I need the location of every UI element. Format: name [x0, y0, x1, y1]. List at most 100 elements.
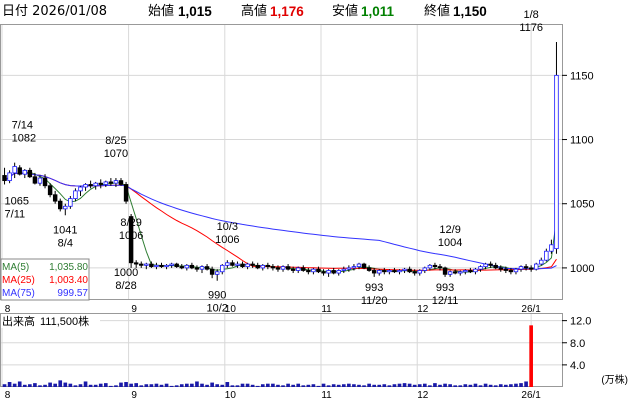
candle-body — [549, 244, 554, 252]
candle-body — [468, 270, 473, 273]
candle-body — [306, 270, 311, 273]
candle-body — [493, 264, 498, 269]
volume-bar — [412, 384, 417, 387]
volume-bar — [382, 384, 387, 387]
candle-body — [118, 180, 124, 185]
annotation-value: 1065 — [5, 195, 29, 207]
volume-bar — [38, 385, 42, 387]
candle-body — [346, 267, 352, 270]
candle-body — [387, 270, 392, 273]
candle-body — [417, 270, 422, 274]
volume-bar — [509, 384, 513, 387]
volume-bar — [33, 383, 37, 387]
volume-tick-label: 8.0 — [570, 338, 585, 350]
candle-body — [432, 264, 438, 268]
candle-body — [113, 180, 119, 184]
annotation-value: 993 — [365, 282, 383, 294]
legend-name: MA(75) — [2, 288, 35, 299]
volume-bar — [281, 385, 285, 387]
volume-bar — [210, 382, 214, 387]
candle-body — [17, 167, 22, 175]
volume-bar — [422, 383, 427, 387]
candle-body — [311, 268, 316, 273]
candle-body — [280, 266, 286, 270]
candle-body — [7, 172, 12, 182]
volume-bar — [190, 383, 194, 387]
volume-bar — [63, 382, 68, 387]
volume-bar — [73, 385, 78, 387]
volume-bar — [225, 382, 230, 387]
annotation-date: 12/9 — [439, 224, 460, 236]
price-tick-label: 1150 — [570, 70, 594, 82]
volume-bar — [154, 383, 159, 387]
candle-body — [58, 200, 63, 210]
volume-bar — [443, 383, 447, 387]
candle-body — [22, 169, 28, 175]
volume-bar — [164, 383, 169, 387]
candle-body — [554, 74, 559, 250]
volume-bar — [179, 384, 184, 387]
volume-bar — [7, 382, 12, 387]
candle-body — [37, 177, 43, 184]
volume-bar — [53, 383, 57, 387]
volume-bar — [205, 384, 209, 387]
volume-tick-label: 4.0 — [570, 360, 585, 372]
candle-body — [331, 270, 336, 274]
volume-bar — [321, 383, 326, 387]
candle-body — [149, 263, 154, 268]
candle-body — [174, 263, 179, 268]
candle-body — [402, 268, 407, 271]
candle-body — [392, 270, 397, 273]
volume-bar — [341, 384, 346, 387]
volume-bar — [417, 384, 422, 387]
candle-body — [382, 270, 387, 273]
candle-body — [88, 184, 93, 187]
volume-bar — [296, 383, 301, 387]
volume-bar — [276, 384, 280, 387]
candle-body — [189, 264, 195, 269]
volume-bar — [22, 384, 27, 387]
candle-body — [230, 262, 235, 266]
volume-bar — [483, 383, 488, 387]
volume-bar — [149, 384, 154, 387]
volume-bar — [12, 383, 17, 387]
annotation-date: 7/14 — [12, 120, 33, 132]
volume-bar — [184, 383, 189, 387]
volume-bar — [498, 384, 503, 387]
volume-bar — [240, 383, 245, 387]
annotation-value: 1082 — [12, 133, 36, 145]
candle-body — [301, 267, 306, 271]
volume-bar — [402, 383, 407, 387]
volume-bar — [468, 384, 473, 387]
annotation-value: 1176 — [519, 22, 543, 34]
volume-bar — [377, 384, 382, 387]
price-frame — [0, 24, 563, 300]
candle-body — [98, 182, 103, 185]
candle-body — [316, 268, 321, 273]
candle-body — [463, 270, 468, 273]
candle-body — [144, 263, 149, 266]
annotation-date: 8/29 — [120, 217, 141, 229]
candle-body — [544, 250, 549, 261]
volume-bar — [114, 385, 118, 387]
volume-bar — [129, 383, 133, 387]
candle-body — [437, 266, 443, 269]
volume-title: 出来高 — [2, 314, 35, 328]
volume-bar — [286, 383, 290, 387]
candle-body — [458, 271, 463, 274]
volume-bar — [367, 383, 371, 387]
legend-value: 1,003.40 — [49, 275, 88, 286]
candle-body — [93, 182, 98, 187]
volume-bar — [473, 383, 478, 387]
volume-bar — [493, 385, 498, 387]
volume-bar — [387, 385, 392, 387]
month-label: 12 — [417, 304, 429, 315]
candle-body — [377, 270, 382, 274]
volume-month-label: 12 — [417, 390, 429, 400]
volume-bar — [255, 385, 260, 387]
volume-bar — [230, 385, 235, 387]
candle-body — [164, 264, 169, 268]
volume-bar — [463, 384, 468, 387]
candle-body — [139, 263, 144, 266]
volume-bar — [103, 383, 108, 387]
